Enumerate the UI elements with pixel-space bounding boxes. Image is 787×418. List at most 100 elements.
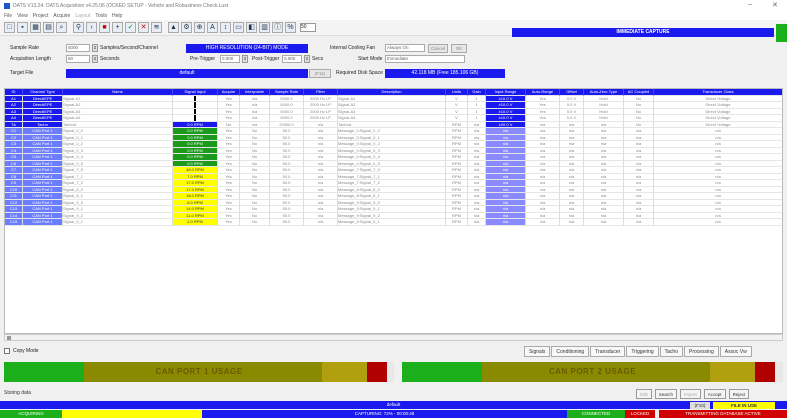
edit-button[interactable]: Edit	[636, 389, 652, 399]
acq-length-field[interactable]: 60	[66, 55, 90, 63]
zoom-icon[interactable]: ⌕	[56, 22, 67, 33]
cancel-button[interactable]: Cancel	[428, 44, 448, 53]
sample-rate-stepper[interactable]: ⇕	[92, 44, 98, 52]
required-disk-value: 42.118 MB (Free 185.106 GB)	[385, 69, 505, 78]
cell-description[interactable]: Message_5:Signal_5_1	[338, 219, 446, 226]
split-icon[interactable]: ⊕	[194, 22, 205, 33]
can-port-2-usage-label: CAN PORT 2 USAGE	[548, 367, 637, 376]
capturing-status: CAPTURING: 72% - 00:00:48	[202, 410, 567, 418]
table-row[interactable]: C15 CAN Port 1 Signal_5_1 2.0 RPM Yes No 50.0 n…	[5, 219, 782, 226]
cell-signal-input[interactable]: 2.0 RPM	[173, 219, 218, 226]
cell-id[interactable]: C15	[5, 219, 23, 226]
close-icon[interactable]: ✕	[772, 1, 778, 9]
import-button[interactable]: Import	[680, 389, 701, 399]
browse-button[interactable]: (F11)	[309, 69, 331, 78]
can-port-1-usage-bar: CAN PORT 1 USAGE	[4, 362, 394, 382]
tab-processing[interactable]: Processing	[684, 346, 719, 357]
tab-assoc-vw[interactable]: Assoc Vw	[719, 346, 752, 357]
can-port-1-usage-label: CAN PORT 1 USAGE	[155, 367, 243, 376]
cell-gain[interactable]: n/a	[468, 219, 486, 226]
can-port-2-usage-bar: CAN PORT 2 USAGE	[402, 362, 783, 382]
horizontal-scrollbar[interactable]	[4, 334, 783, 341]
tab-tacho[interactable]: Tacho	[659, 346, 683, 357]
cooling-fan-select[interactable]: Always On	[385, 44, 425, 52]
scrollbar-thumb[interactable]	[7, 336, 11, 340]
tab-conditioning[interactable]: Conditioning	[551, 346, 590, 357]
reject-button[interactable]: Reject	[728, 389, 750, 399]
menu-tools[interactable]: Tools	[95, 13, 107, 19]
sample-rate-field[interactable]: 5000	[66, 44, 90, 52]
acq-length-label: Acquisition Length	[10, 56, 51, 62]
menu-project[interactable]: Project	[33, 13, 49, 19]
tab-signals[interactable]: Signals	[524, 346, 551, 357]
start-mode-label: Start Mode	[358, 56, 383, 62]
ok-button[interactable]: OK	[451, 44, 467, 53]
zoom-select[interactable]: 50	[300, 23, 316, 32]
acquiring-status: ACQUIRING	[0, 410, 62, 418]
tab-transducer[interactable]: Transducer	[590, 346, 626, 357]
locked-status: LOCKED	[625, 410, 655, 418]
accept-button[interactable]: Accept	[703, 389, 726, 399]
window-icon[interactable]: ◧	[246, 22, 257, 33]
reject-icon[interactable]: ✕	[138, 22, 149, 33]
cell-auto-range[interactable]: n/a	[526, 219, 560, 226]
cell-offset[interactable]: n/a	[560, 219, 584, 226]
copy-mode: Copy Mode	[4, 348, 39, 354]
save-icon[interactable]: ▪	[17, 22, 28, 33]
info-icon[interactable]: ⓘ	[272, 22, 283, 33]
transmit-status: TRANSMITTING DATABASE ACTIVE	[659, 410, 787, 418]
percent-icon[interactable]: %	[285, 22, 296, 33]
panel-icon[interactable]: ▥	[259, 22, 270, 33]
post-trigger-field[interactable]: 0.000	[282, 55, 302, 63]
check-icon[interactable]: ✓	[125, 22, 136, 33]
grid-icon[interactable]: ▦	[30, 22, 41, 33]
sample-rate-unit: Samples/Second/Channel	[100, 45, 158, 51]
menu-help[interactable]: Help	[112, 13, 122, 19]
table-icon[interactable]: ▤	[43, 22, 54, 33]
cell-ac-coupled[interactable]: n/a	[624, 219, 654, 226]
copy-mode-checkbox[interactable]	[4, 348, 10, 354]
acq-length-stepper[interactable]: ⇕	[92, 55, 98, 63]
link-icon[interactable]: ↕	[220, 22, 231, 33]
menu-acquire[interactable]: Acquire	[53, 13, 70, 19]
cell-transducer-class[interactable]: n/a	[654, 219, 782, 226]
chart-icon[interactable]: ▲	[168, 22, 179, 33]
acq-length-unit: Seconds	[100, 56, 120, 62]
cell-filter[interactable]: n/a	[304, 219, 338, 226]
cell-input-range[interactable]: n/a	[486, 219, 526, 226]
search-icon[interactable]: ⚲	[73, 22, 84, 33]
menu-file[interactable]: File	[4, 13, 12, 19]
required-disk-label: Required Disk Space	[336, 70, 383, 76]
target-file-field[interactable]: default	[66, 69, 308, 78]
settings-icon[interactable]: ⚙	[181, 22, 192, 33]
analysis-icon[interactable]: ≋	[151, 22, 162, 33]
new-file-icon[interactable]: □	[4, 22, 15, 33]
status-text: Storing data	[4, 390, 31, 396]
search-button[interactable]: Search	[654, 389, 678, 399]
record-icon[interactable]: ■	[99, 22, 110, 33]
menu-view[interactable]: View	[17, 13, 28, 19]
cell-units[interactable]: RPM	[446, 219, 468, 226]
add-icon[interactable]: +	[112, 22, 123, 33]
pre-trigger-field[interactable]: 0.000	[220, 55, 240, 63]
pointer-icon[interactable]: ›	[86, 22, 97, 33]
cell-name[interactable]: Signal_5_1	[63, 219, 173, 226]
title-bar: DATS V13.24: DATS Acquisition v4.25.06 (…	[0, 0, 787, 11]
minimize-icon[interactable]: –	[748, 1, 752, 8]
text-icon[interactable]: A	[207, 22, 218, 33]
cell-sample-rate[interactable]: 50.0	[270, 219, 304, 226]
bottom-status-bar: ACQUIRING CAPTURING: 72% - 00:00:48 CONN…	[0, 410, 787, 418]
pre-trigger-stepper[interactable]: ⇕	[242, 55, 248, 63]
start-mode-select[interactable]: Immediate	[385, 55, 465, 63]
post-trigger-stepper[interactable]: ⇕	[304, 55, 310, 63]
view-tabs: Signals Conditioning Transducer Triggeri…	[524, 346, 752, 357]
menu-layout[interactable]: Layout	[75, 13, 90, 19]
cell-interpolate[interactable]: No	[240, 219, 270, 226]
layout-icon[interactable]: ▭	[233, 22, 244, 33]
cell-auto-zero[interactable]: n/a	[584, 219, 624, 226]
window-title: DATS V13.24: DATS Acquisition v4.25.06 (…	[13, 2, 229, 9]
cell-type[interactable]: CAN Port 1	[23, 219, 63, 226]
action-buttons: Edit Search Import Accept Reject	[636, 389, 750, 399]
cell-acquire[interactable]: Yes	[218, 219, 240, 226]
tab-triggering[interactable]: Triggering	[626, 346, 659, 357]
